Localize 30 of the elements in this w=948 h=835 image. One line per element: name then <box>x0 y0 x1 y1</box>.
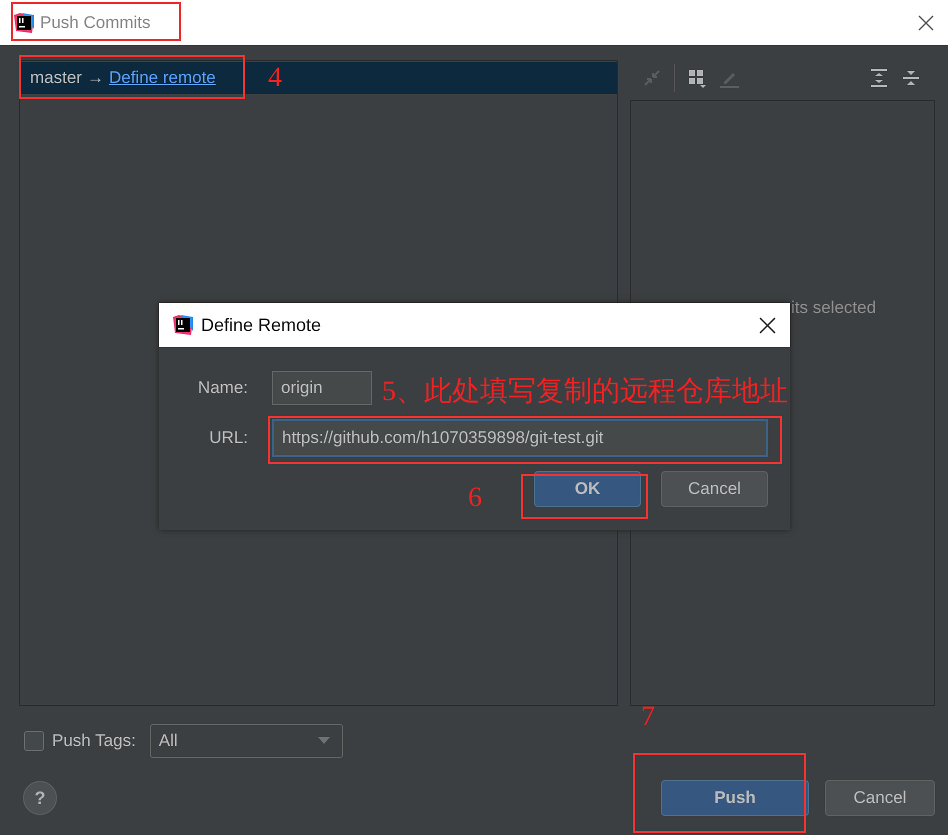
annotation-text: 6 <box>468 482 482 514</box>
push-tags-label: Push Tags: <box>52 731 136 751</box>
close-icon[interactable] <box>759 316 776 334</box>
branch-name: master <box>30 68 82 88</box>
app-logo-icon <box>14 12 34 32</box>
ok-button[interactable]: OK <box>534 471 641 507</box>
grid-icon[interactable] <box>687 68 707 88</box>
cancel-button[interactable]: Cancel <box>825 780 935 816</box>
close-icon[interactable] <box>918 14 934 30</box>
cancel-button[interactable]: Cancel <box>661 471 768 507</box>
name-field[interactable]: origin <box>272 371 372 405</box>
arrow-text: → <box>86 68 104 88</box>
help-button[interactable]: ? <box>23 781 57 815</box>
app-logo-icon <box>173 315 193 335</box>
push-tags-checkbox[interactable] <box>24 731 44 751</box>
field-label: Name: <box>196 378 248 398</box>
window-title: Push Commits <box>40 12 151 32</box>
field-label: URL: <box>208 428 248 448</box>
define-remote-link[interactable]: Define remote <box>108 68 216 88</box>
push-button[interactable]: Push <box>661 780 809 816</box>
annotation-text: 5、此处填写复制的远程仓库地址 <box>382 375 788 409</box>
caret-icon <box>318 737 330 745</box>
url-field[interactable]: https://github.com/h1070359898/git-test.git <box>272 419 768 457</box>
tags-dropdown[interactable]: All <box>150 724 343 758</box>
collapse-all-icon[interactable] <box>901 68 921 88</box>
dialog-title: Define Remote <box>201 314 322 336</box>
annotation-text: 4 <box>268 62 282 94</box>
empty-message: its selected <box>791 298 876 318</box>
annotation-text: 7 <box>641 701 655 733</box>
expand-all-icon[interactable] <box>869 68 889 88</box>
